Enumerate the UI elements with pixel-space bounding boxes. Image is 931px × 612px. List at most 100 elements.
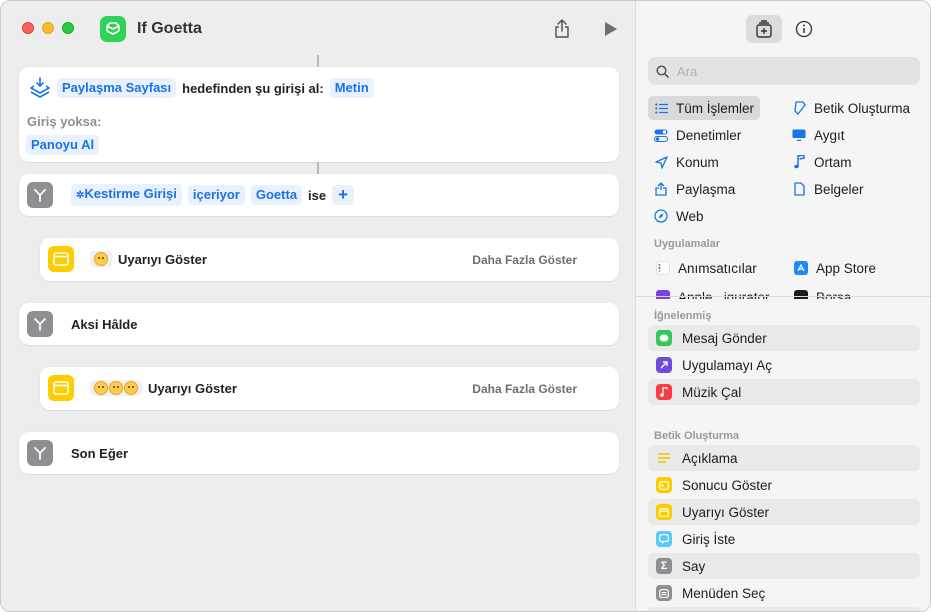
app-label: Apple...igurator	[678, 289, 770, 300]
alert-window-icon	[656, 504, 672, 520]
search-icon	[656, 64, 669, 78]
category-web[interactable]: Web	[648, 204, 710, 228]
action-show-alert[interactable]: Uyarıyı Göster	[648, 499, 920, 525]
search-placeholder: Ara	[677, 63, 698, 79]
action-choose-from-menu[interactable]: Menüden Seç	[648, 580, 920, 606]
category-location[interactable]: Konum	[648, 150, 725, 174]
apps-section-title: Uygulamalar	[654, 238, 721, 250]
sigma-icon: Σ	[656, 558, 672, 574]
action-label: Mesaj Gönder	[682, 330, 767, 346]
compass-icon	[654, 209, 668, 223]
minimize-window-button[interactable]	[42, 22, 54, 34]
app-label: Borsa	[816, 289, 852, 300]
flow-connector	[317, 162, 319, 174]
alert-title: Uyarıyı Göster	[148, 380, 237, 396]
if-action[interactable]: ✲Kestirme Girişi içeriyor Goetta ise +	[19, 174, 619, 216]
end-if-action[interactable]: Son Eğer	[19, 432, 619, 474]
shortcut-icon[interactable]	[100, 16, 126, 42]
app-app-store[interactable]: App Store	[788, 256, 882, 280]
action-count[interactable]: Σ Say	[648, 553, 920, 579]
fallback-action-token[interactable]: Panoyu Al	[26, 135, 100, 155]
alert-window-icon	[48, 246, 74, 272]
source-token[interactable]: Paylaşma Sayfası	[57, 78, 177, 98]
configurator-icon	[656, 290, 670, 299]
emoji-token[interactable]	[90, 251, 112, 267]
close-window-button[interactable]	[22, 22, 34, 34]
title-bar: If Goetta	[1, 1, 635, 57]
category-media[interactable]: Ortam	[786, 150, 858, 174]
alert-title: Uyarıyı Göster	[118, 251, 207, 267]
app-label: App Store	[816, 260, 877, 276]
shortcut-input-token[interactable]: ✲Kestirme Girişi	[71, 184, 182, 206]
show-more-button[interactable]: Daha Fazla Göster	[472, 253, 577, 267]
branch-icon	[27, 311, 53, 337]
section-divider	[636, 296, 930, 297]
category-scripting[interactable]: Betik Oluşturma	[786, 96, 916, 120]
layers-download-icon	[29, 77, 51, 99]
crying-face-emoji-icon	[109, 381, 123, 395]
condition-token[interactable]: içeriyor	[187, 185, 245, 205]
category-label: Aygıt	[814, 127, 845, 143]
input-type-token[interactable]: Metin	[329, 78, 374, 98]
menu-icon	[656, 585, 672, 601]
end-if-label: Son Eğer	[71, 445, 129, 461]
script-icon	[792, 101, 806, 115]
music-note-icon	[792, 155, 806, 169]
category-sharing[interactable]: Paylaşma	[648, 177, 741, 201]
stocks-icon	[794, 290, 808, 299]
action-show-result[interactable]: Sonucu Göster	[648, 472, 920, 498]
list-icon	[654, 101, 668, 115]
search-field[interactable]: Ara	[648, 57, 920, 85]
otherwise-action[interactable]: Aksi Hâlde	[19, 303, 619, 345]
scripting-section-title: Betik Oluşturma	[654, 430, 739, 442]
zoom-window-button[interactable]	[62, 22, 74, 34]
category-label: Tüm İşlemler	[676, 100, 755, 116]
action-label: Sonucu Göster	[682, 477, 773, 493]
shortcut-input-label: Kestirme Girişi	[84, 186, 177, 201]
app-store-icon	[794, 261, 808, 275]
music-note-icon	[656, 384, 672, 400]
category-label: Betik Oluşturma	[814, 100, 911, 116]
category-controls[interactable]: Denetimler	[648, 123, 747, 147]
crying-face-emoji-icon	[94, 381, 108, 395]
grinning-face-emoji-icon	[94, 252, 108, 266]
action-label: Açıklama	[682, 450, 738, 466]
category-device[interactable]: Aygıt	[786, 123, 851, 147]
value-token[interactable]: Goetta	[250, 185, 303, 205]
action-label: Menüden Seç	[682, 585, 766, 601]
action-list-overflow	[648, 607, 920, 611]
action-play-music[interactable]: Müzik Çal	[648, 379, 920, 405]
action-label: Müzik Çal	[682, 384, 742, 400]
action-comment[interactable]: Açıklama	[648, 445, 920, 471]
action-label: Uygulamayı Aç	[682, 357, 773, 373]
app-label: Anımsatıcılar	[678, 260, 757, 276]
category-all-actions[interactable]: Tüm İşlemler	[648, 96, 761, 120]
reminders-icon	[656, 261, 670, 275]
action-send-message[interactable]: Mesaj Gönder	[648, 325, 920, 351]
location-icon	[654, 155, 668, 169]
pinned-section-title: İğnelenmiş	[654, 310, 712, 322]
add-condition-button[interactable]: +	[332, 185, 355, 205]
shortcut-title[interactable]: If Goetta	[137, 20, 202, 38]
show-alert-action[interactable]: Uyarıyı Göster Daha Fazla Göster	[40, 238, 619, 281]
info-icon[interactable]	[786, 15, 822, 43]
category-documents[interactable]: Belgeler	[786, 177, 870, 201]
emoji-token[interactable]	[90, 380, 142, 396]
app-reminders[interactable]: Anımsatıcılar	[650, 256, 763, 280]
show-more-button[interactable]: Daha Fazla Göster	[472, 382, 577, 396]
alert-window-icon	[48, 375, 74, 401]
action-open-app[interactable]: Uygulamayı Aç	[648, 352, 920, 378]
category-label: Belgeler	[814, 181, 864, 197]
action-label: Say	[682, 558, 706, 574]
receive-input-action[interactable]: Paylaşma Sayfası hedefinden şu girişi al…	[19, 67, 619, 162]
editor-pane: If Goetta Paylaşma Sayfası hedefinden şu…	[1, 1, 635, 611]
show-alert-action[interactable]: Uyarıyı Göster Daha Fazla Göster	[40, 367, 619, 410]
run-play-icon[interactable]	[603, 20, 619, 38]
category-label: Paylaşma	[676, 181, 736, 197]
crying-face-emoji-icon	[124, 381, 138, 395]
action-ask-input[interactable]: Giriş İste	[648, 526, 920, 552]
share-icon[interactable]	[551, 17, 573, 41]
no-input-label: Giriş yoksa:	[27, 114, 102, 129]
action-library-button[interactable]	[746, 15, 782, 43]
otherwise-label: Aksi Hâlde	[71, 316, 138, 332]
